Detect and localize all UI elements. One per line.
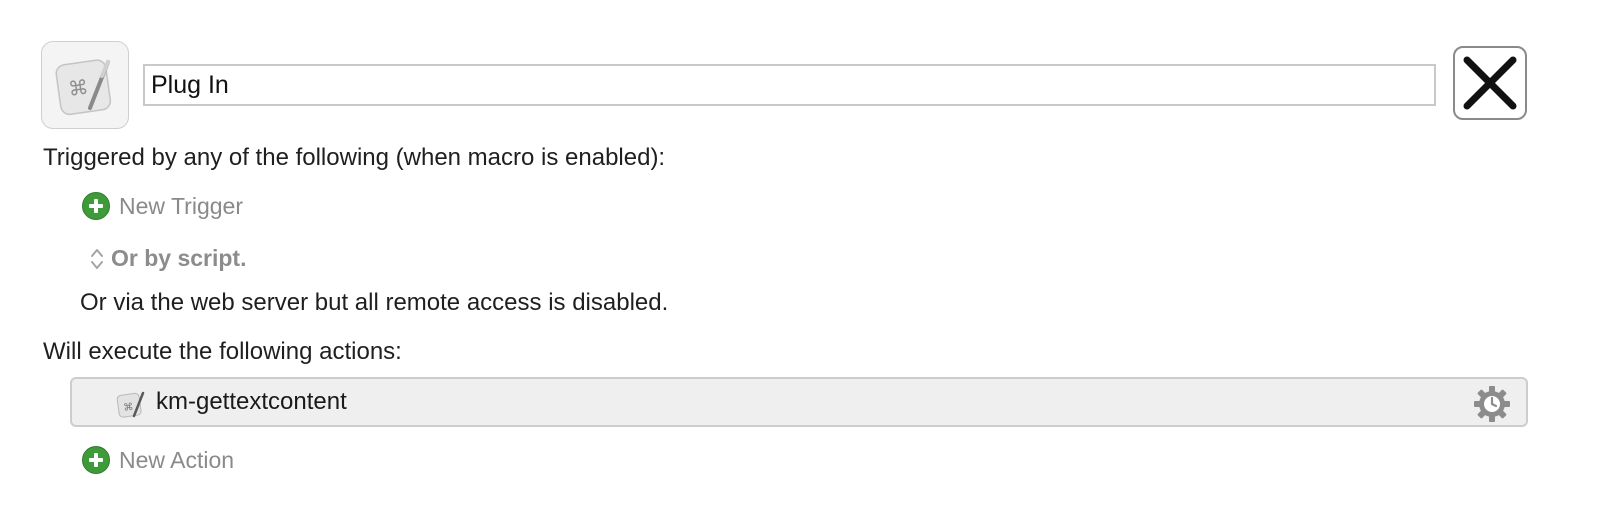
new-action-label: New Action	[119, 446, 235, 473]
close-button[interactable]	[1453, 46, 1527, 120]
svg-text:⌘: ⌘	[67, 75, 90, 102]
add-circle-icon	[82, 192, 110, 220]
script-label: Or by script.	[111, 245, 247, 271]
new-trigger-button[interactable]: New Trigger	[82, 192, 243, 220]
keyboard-maestro-icon: ⌘	[116, 391, 145, 418]
action-label: km-gettextcontent	[156, 388, 347, 415]
macro-icon[interactable]: ⌘	[41, 41, 129, 129]
close-x-icon	[1463, 56, 1517, 110]
gear-icon[interactable]	[1472, 384, 1512, 424]
macro-name-field[interactable]	[143, 64, 1436, 106]
action-item[interactable]: ⌘ km-gettextcontent	[70, 377, 1528, 427]
web-server-text: Or via the web server but all remote acc…	[80, 289, 669, 316]
triggers-heading: Triggered by any of the following (when …	[43, 144, 666, 171]
new-trigger-label: New Trigger	[119, 192, 243, 219]
new-action-button[interactable]: New Action	[82, 446, 234, 474]
svg-text:⌘: ⌘	[123, 402, 134, 414]
actions-heading: Will execute the following actions:	[43, 338, 402, 365]
script-disclosure[interactable]: Or by script.	[89, 245, 246, 272]
add-circle-icon	[82, 446, 110, 474]
up-down-chevron-icon	[91, 248, 103, 269]
